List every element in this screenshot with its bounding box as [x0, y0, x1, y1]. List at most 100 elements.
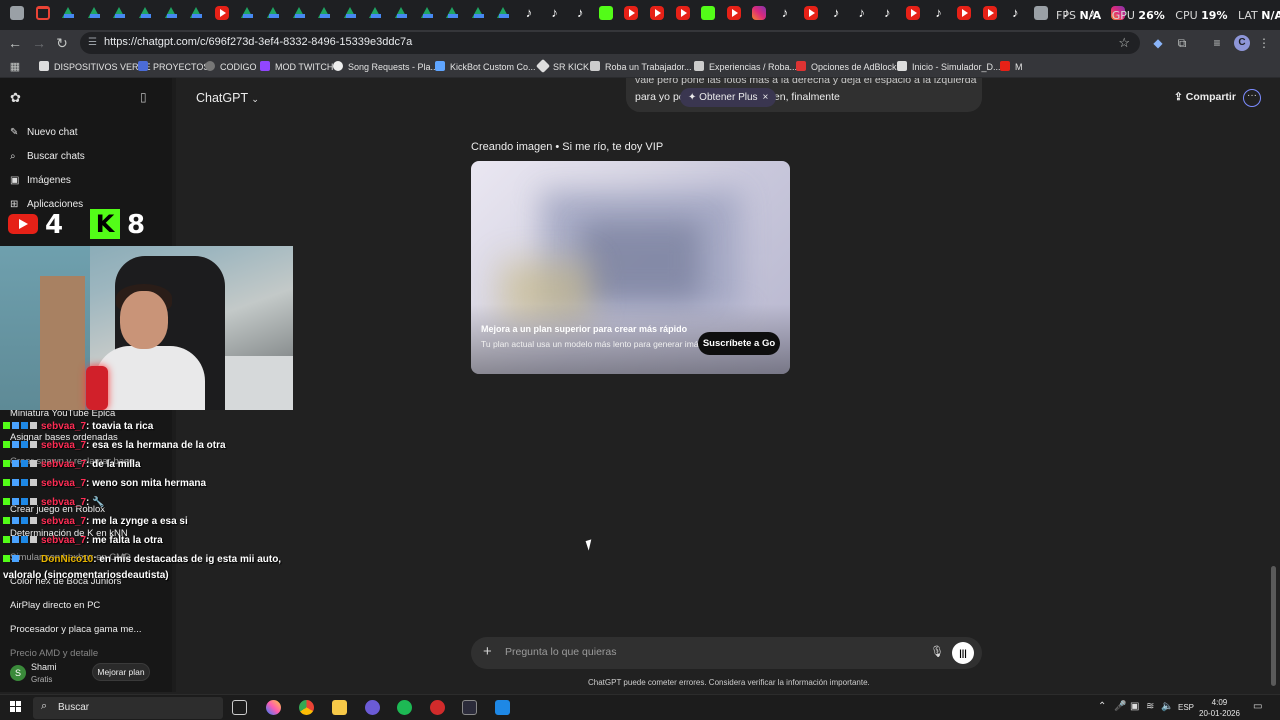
- browser-tab[interactable]: [496, 6, 510, 20]
- file-explorer-icon[interactable]: [332, 700, 347, 715]
- apps-grid-icon[interactable]: ▦: [6, 58, 24, 76]
- browser-tab[interactable]: [1034, 6, 1048, 20]
- task-view-icon[interactable]: [232, 700, 247, 715]
- app-icon[interactable]: [462, 700, 477, 715]
- browser-tab[interactable]: [726, 6, 741, 20]
- apps-button[interactable]: ⊞ Aplicaciones: [10, 199, 83, 210]
- bookmark-item[interactable]: Roba un Trabajador...: [590, 60, 692, 74]
- browser-tab[interactable]: [266, 6, 280, 20]
- more-options-icon[interactable]: ···: [1243, 89, 1261, 107]
- browser-tab[interactable]: [650, 6, 664, 20]
- model-selector[interactable]: ChatGPT ⌄: [196, 91, 259, 105]
- browser-tab[interactable]: [368, 6, 382, 20]
- browser-tab[interactable]: [87, 6, 101, 20]
- browser-tab[interactable]: ♪: [829, 6, 843, 20]
- bookmark-item[interactable]: M: [1000, 60, 1023, 74]
- browser-tab[interactable]: [752, 6, 767, 20]
- reload-icon[interactable]: ↻: [53, 34, 71, 52]
- browser-tab[interactable]: [445, 6, 459, 20]
- address-bar[interactable]: ☰ https://chatgpt.com/c/696f273d-3ef4-83…: [80, 32, 1140, 54]
- plus-icon[interactable]: +: [483, 643, 492, 660]
- microphone-icon[interactable]: 🎙: [930, 645, 944, 658]
- browser-tab[interactable]: [598, 6, 613, 20]
- browser-tab[interactable]: [701, 6, 716, 20]
- browser-tab[interactable]: [420, 6, 434, 20]
- new-chat-button[interactable]: ✎ Nuevo chat: [10, 127, 78, 138]
- browser-tab[interactable]: [214, 6, 229, 20]
- browser-tab[interactable]: ♪: [522, 6, 536, 20]
- forward-icon[interactable]: →: [30, 34, 48, 52]
- back-icon[interactable]: ←: [6, 34, 24, 52]
- history-item[interactable]: AirPlay directo en PC: [10, 600, 100, 611]
- bookmark-item[interactable]: Opciones de AdBlock: [796, 60, 897, 74]
- browser-tab[interactable]: ♪: [880, 6, 894, 20]
- taskbar-search[interactable]: ⌕ Buscar: [33, 697, 223, 719]
- bookmark-item[interactable]: DISPOSITIVOS VERSE: [39, 60, 151, 74]
- voice-mode-button[interactable]: |||: [952, 642, 974, 664]
- browser-tab[interactable]: [292, 6, 306, 20]
- browser-tab[interactable]: [35, 6, 50, 20]
- bookmark-item[interactable]: MOD TWITCH: [260, 60, 333, 74]
- bookmark-item[interactable]: Inicio - Simulador_D...: [897, 60, 1001, 74]
- discord-icon[interactable]: [365, 700, 380, 715]
- reading-list-icon[interactable]: ≡: [1209, 35, 1225, 51]
- browser-tab[interactable]: [343, 6, 357, 20]
- browser-tab[interactable]: ♪: [778, 6, 792, 20]
- search-chats-button[interactable]: ⌕ Buscar chats: [10, 151, 85, 162]
- browser-tab[interactable]: [675, 6, 690, 20]
- bookmark-star-icon[interactable]: ☆: [1118, 35, 1130, 51]
- browser-tab[interactable]: [982, 6, 997, 20]
- notifications-icon[interactable]: ▭: [1253, 701, 1262, 712]
- browser-tab[interactable]: [10, 6, 24, 20]
- history-item[interactable]: Procesador y placa gama me...: [10, 624, 141, 635]
- app-icon[interactable]: [495, 700, 510, 715]
- bookmark-item[interactable]: Experiencias / Roba...: [694, 60, 797, 74]
- windows-start-icon[interactable]: [10, 701, 22, 713]
- browser-tab[interactable]: [803, 6, 818, 20]
- close-icon[interactable]: ×: [763, 92, 769, 103]
- browser-tab[interactable]: ♪: [932, 6, 946, 20]
- chat-composer[interactable]: + Pregunta lo que quieras 🎙 |||: [471, 637, 982, 669]
- tray-app-icon[interactable]: ▣: [1130, 701, 1139, 712]
- browser-tab[interactable]: [317, 6, 331, 20]
- bookmark-item[interactable]: SR KICK: [535, 58, 589, 74]
- tray-chevron-icon[interactable]: ⌃: [1098, 701, 1106, 712]
- browser-tab[interactable]: ♪: [573, 6, 587, 20]
- url-text[interactable]: https://chatgpt.com/c/696f273d-3ef4-8332…: [104, 36, 412, 48]
- volume-icon[interactable]: 🔈: [1161, 701, 1173, 712]
- language-indicator[interactable]: ESP: [1178, 703, 1194, 712]
- sidebar-toggle-icon[interactable]: ▯: [140, 90, 147, 104]
- bookmark-item[interactable]: KickBot Custom Co...: [435, 60, 536, 74]
- subscribe-go-button[interactable]: Suscríbete a Go: [698, 332, 780, 355]
- obs-icon[interactable]: [430, 700, 445, 715]
- clock[interactable]: 4:09 20-01-2026: [1199, 697, 1240, 719]
- bookmark-item[interactable]: PROYECTOS: [138, 60, 209, 74]
- tray-mic-icon[interactable]: 🎤: [1114, 701, 1126, 712]
- extensions-puzzle-icon[interactable]: ⧉: [1174, 35, 1190, 51]
- browser-tab[interactable]: [112, 6, 126, 20]
- browser-tab[interactable]: [138, 6, 152, 20]
- browser-tab[interactable]: ♪: [855, 6, 869, 20]
- wifi-icon[interactable]: ≋: [1146, 701, 1154, 712]
- browser-tab[interactable]: [394, 6, 408, 20]
- site-info-icon[interactable]: ☰: [88, 37, 100, 49]
- openai-logo-icon[interactable]: ✿: [10, 90, 21, 106]
- chrome-icon[interactable]: [299, 700, 314, 715]
- user-name[interactable]: Shami: [31, 662, 57, 672]
- browser-tab[interactable]: [906, 6, 920, 20]
- menu-dots-icon[interactable]: ⋮: [1256, 35, 1272, 51]
- upgrade-plan-button[interactable]: Mejorar plan: [92, 663, 150, 681]
- get-plus-pill[interactable]: ✦ Obtener Plus ×: [680, 88, 777, 107]
- browser-tab[interactable]: [61, 6, 75, 20]
- browser-tab[interactable]: [189, 6, 203, 20]
- browser-tab[interactable]: ♪: [548, 6, 562, 20]
- profile-avatar[interactable]: C: [1234, 35, 1250, 51]
- share-button[interactable]: ⇪ Compartir: [1174, 91, 1236, 103]
- spotify-icon[interactable]: [397, 700, 412, 715]
- browser-tab[interactable]: [624, 6, 639, 20]
- extension-icon[interactable]: ◆: [1150, 35, 1166, 51]
- browser-tab[interactable]: [471, 6, 485, 20]
- copilot-icon[interactable]: [266, 700, 281, 715]
- bookmark-item[interactable]: Song Requests - Pla...: [333, 60, 438, 74]
- browser-tab[interactable]: ♪: [1008, 6, 1022, 20]
